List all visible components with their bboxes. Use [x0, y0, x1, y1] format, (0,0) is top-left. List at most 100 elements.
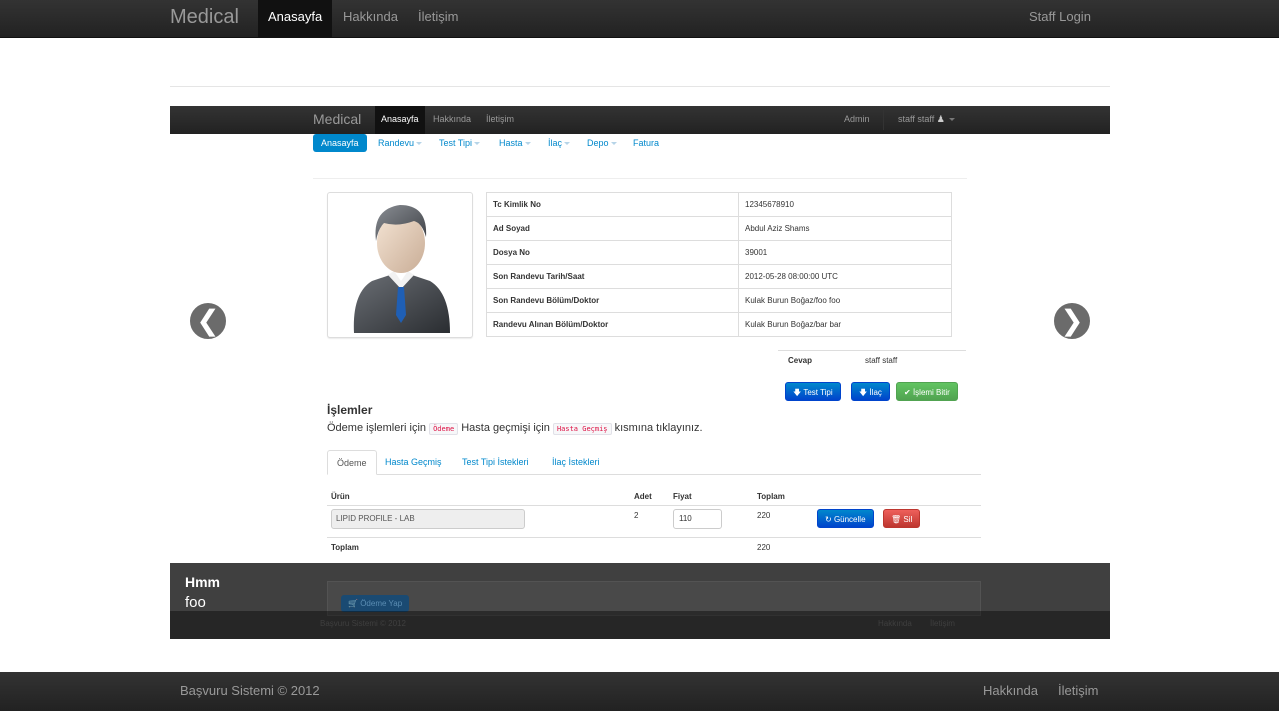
- total-label: Toplam: [331, 543, 359, 552]
- footer-contact-link[interactable]: İletişim: [1058, 683, 1098, 698]
- slide-footer: [170, 611, 1110, 639]
- subnav-ilac-label: İlaç: [548, 138, 563, 148]
- check-icon: ✔: [904, 388, 911, 397]
- field-value: 12345678910: [745, 200, 794, 209]
- carousel-prev-button[interactable]: ❮: [188, 301, 228, 341]
- pay-label: Ödeme Yap: [360, 599, 403, 608]
- help-code-1: Ödeme: [429, 423, 459, 435]
- cevap-divider: [778, 350, 966, 351]
- subnav-depo: Depo: [579, 134, 625, 152]
- update-button: ↻ Güncelle: [817, 509, 874, 528]
- field-label: Son Randevu Bölüm/Doktor: [486, 288, 739, 313]
- table-row: Son Randevu Tarih/Saat 2012-05-28 08:00:0…: [486, 264, 952, 289]
- footer-copyright: Başvuru Sistemi © 2012: [180, 683, 320, 698]
- caret-down-icon: [949, 118, 956, 122]
- subnav-randevu-label: Randevu: [378, 138, 415, 148]
- patient-avatar: [327, 192, 473, 338]
- slide-nav-user: staff staff ♟: [892, 106, 961, 134]
- slide-nav-contact: İletişim: [486, 114, 515, 124]
- caret-down-icon: [524, 142, 531, 146]
- field-value: Abdul Aziz Shams: [738, 216, 952, 241]
- col-toplam: Toplam: [757, 492, 785, 501]
- field-label: Tc Kimlik No: [486, 192, 739, 217]
- nav-home[interactable]: Anasayfa: [258, 0, 333, 37]
- pay-button: 🛒 Ödeme Yap: [341, 595, 410, 612]
- slide-footer-copy: Başvuru Sistemi © 2012: [320, 619, 406, 628]
- subnav-hasta-label: Hasta: [499, 138, 523, 148]
- subnav-test-tipi: Test Tipi: [431, 134, 488, 152]
- nav-contact[interactable]: İletişim: [408, 0, 468, 37]
- row-divider: [327, 537, 981, 538]
- staff-login-link[interactable]: Staff Login: [1019, 0, 1101, 37]
- slide-brand: Medical: [313, 111, 362, 127]
- subnav-ilac: İlaç: [540, 134, 578, 152]
- row-adet: 2: [634, 511, 639, 520]
- table-row: Ad Soyad Abdul Aziz Shams: [486, 216, 952, 241]
- arrow-down-icon: 🡇: [859, 388, 868, 397]
- test-tipi-label: Test Tipi: [803, 388, 833, 397]
- tab-hasta-gecmis: Hasta Geçmiş: [385, 457, 442, 467]
- price-input: 110: [673, 509, 722, 529]
- field-label: Randevu Alınan Bölüm/Doktor: [486, 312, 739, 337]
- subnav-hasta: Hasta: [491, 134, 539, 152]
- arrow-down-icon: 🡇: [793, 388, 802, 397]
- user-icon: ♟: [936, 114, 945, 124]
- table-row: Randevu Alınan Bölüm/Doktor Kulak Burun B…: [486, 312, 952, 337]
- field-value: 39001: [738, 240, 952, 265]
- caption-text: foo: [185, 594, 206, 611]
- slide-nav-admin: Admin: [844, 114, 870, 124]
- subnav-randevu: Randevu: [370, 134, 430, 152]
- subnav-depo-label: Depo: [587, 138, 609, 148]
- row-toplam: 220: [757, 511, 771, 520]
- tab-test-tipi-istekleri: Test Tipi İstekleri: [462, 457, 529, 467]
- slide-footer-about: Hakkında: [878, 619, 912, 628]
- field-value: Kulak Burun Boğaz/bar bar: [738, 312, 952, 337]
- field-value: Kulak Burun Boğaz/foo foo: [738, 288, 952, 313]
- top-navbar: Medical Anasayfa Hakkında İletişim Staff…: [0, 0, 1279, 38]
- slide-nav-about: Hakkında: [433, 114, 472, 124]
- subnav-fatura: Fatura: [633, 138, 660, 148]
- ilac-label: İlaç: [869, 388, 882, 397]
- table-row: Dosya No 39001: [486, 240, 952, 265]
- carousel-next-button[interactable]: ❯: [1052, 301, 1092, 341]
- islemler-heading: İşlemler: [327, 403, 373, 417]
- field-value: 2012-05-28 08:00:00 UTC: [738, 264, 952, 289]
- brand-logo[interactable]: Medical: [170, 6, 239, 29]
- slide-footer-contact: İletişim: [930, 619, 955, 628]
- caret-down-icon: [610, 142, 617, 146]
- help-code-2: Hasta Geçmiş: [552, 423, 612, 435]
- delete-button: 🗑 Sil: [883, 509, 921, 528]
- field-label: Dosya No: [486, 240, 739, 265]
- cevap-value: staff staff: [865, 356, 898, 365]
- help-text-1: Ödeme işlemleri için: [327, 422, 427, 434]
- trash-icon: 🗑: [891, 515, 902, 524]
- nav-about[interactable]: Hakkında: [333, 0, 408, 37]
- cart-icon: 🛒: [348, 599, 358, 608]
- footer-about-link[interactable]: Hakkında: [983, 683, 1038, 698]
- col-fiyat: Fiyat: [673, 492, 692, 501]
- subnav-home: Anasayfa: [313, 134, 367, 152]
- refresh-icon: ↻: [825, 515, 832, 524]
- slide-divider: [313, 178, 967, 179]
- col-urun: Ürün: [331, 492, 350, 501]
- tab-ilac-istekleri: İlaç İstekleri: [552, 457, 600, 467]
- caret-down-icon: [474, 142, 481, 146]
- field-label: Son Randevu Tarih/Saat: [486, 264, 739, 289]
- tab-odeme: Ödeme: [327, 450, 377, 475]
- ilac-button: 🡇 İlaç: [851, 382, 890, 401]
- caret-down-icon: [416, 142, 423, 146]
- field-label: Ad Soyad: [486, 216, 739, 241]
- slide-nav-divider: [883, 110, 884, 130]
- update-label: Güncelle: [833, 515, 866, 524]
- delete-label: Sil: [903, 515, 913, 524]
- total-value: 220: [757, 543, 771, 552]
- finish-button: ✔ İşlemi Bitir: [896, 382, 958, 401]
- help-text-3: kısmına tıklayınız.: [614, 422, 703, 434]
- test-tipi-button: 🡇 Test Tipi: [785, 382, 841, 401]
- finish-label: İşlemi Bitir: [912, 388, 950, 397]
- subnav-test-tipi-label: Test Tipi: [439, 138, 473, 148]
- caption-title: Hmm: [185, 574, 221, 590]
- businessman-icon: [353, 205, 450, 333]
- slide-nav-home: Anasayfa: [375, 106, 425, 134]
- islemler-help: Ödeme işlemleri için Ödeme Hasta geçmişi…: [327, 422, 703, 435]
